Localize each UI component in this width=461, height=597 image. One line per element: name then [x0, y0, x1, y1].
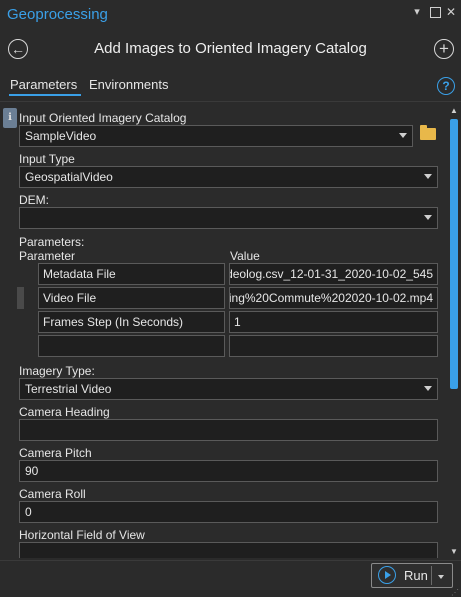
input-type-label: Input Type — [19, 152, 75, 166]
catalog-value: SampleVideo — [25, 129, 97, 143]
resize-grip-icon[interactable]: ⋰ — [451, 588, 459, 597]
hfov-input[interactable] — [19, 542, 438, 558]
parameter-cell: Metadata File — [38, 263, 225, 285]
imagery-type-value: Terrestrial Video — [25, 382, 112, 396]
scrollbar-thumb[interactable] — [450, 119, 458, 389]
value-cell[interactable]: ing%20Commute%202020-10-02.mp4 — [229, 287, 438, 309]
chevron-down-icon — [424, 386, 432, 391]
run-split-divider — [431, 566, 432, 585]
folder-icon[interactable] — [420, 125, 436, 140]
tab-environments[interactable]: Environments — [89, 77, 168, 92]
play-icon — [378, 566, 396, 584]
menu-dropdown-icon[interactable]: ▾ — [411, 6, 423, 18]
close-icon[interactable]: ✕ — [445, 6, 457, 18]
parameter-column-header: Parameter — [19, 249, 76, 263]
catalog-select[interactable]: SampleVideo — [19, 125, 413, 147]
dem-select[interactable] — [19, 207, 438, 229]
tab-active-indicator — [9, 94, 81, 96]
value-cell[interactable] — [229, 335, 438, 357]
parameter-cell: Frames Step (In Seconds) — [38, 311, 225, 333]
chevron-down-icon — [424, 174, 432, 179]
camera-roll-label: Camera Roll — [19, 487, 86, 501]
camera-heading-input[interactable] — [19, 419, 438, 441]
run-label: Run — [404, 568, 428, 583]
catalog-label: Input Oriented Imagery Catalog — [19, 111, 187, 125]
imagery-type-label: Imagery Type: — [19, 364, 95, 378]
maximize-icon[interactable] — [429, 6, 441, 18]
parameter-cell: Video File — [38, 287, 225, 309]
tab-parameters[interactable]: Parameters — [10, 77, 77, 92]
run-options-chevron-icon[interactable] — [438, 575, 444, 579]
camera-heading-label: Camera Heading — [19, 405, 110, 419]
dem-label: DEM: — [19, 193, 49, 207]
add-icon[interactable]: + — [434, 39, 454, 59]
scroll-down-icon[interactable]: ▼ — [450, 548, 458, 556]
parameter-cell[interactable] — [38, 335, 225, 357]
imagery-type-select[interactable]: Terrestrial Video — [19, 378, 438, 400]
input-type-value: GeospatialVideo — [25, 170, 113, 184]
value-column-header: Value — [230, 249, 260, 263]
info-icon[interactable]: ℹ — [3, 108, 17, 128]
row-selector[interactable] — [17, 287, 24, 309]
tab-divider — [0, 101, 461, 102]
scroll-up-icon[interactable]: ▲ — [450, 107, 458, 115]
chevron-down-icon — [399, 133, 407, 138]
camera-pitch-label: Camera Pitch — [19, 446, 92, 460]
window-title: Geoprocessing — [7, 6, 108, 23]
help-icon[interactable]: ? — [437, 77, 455, 95]
input-type-select[interactable]: GeospatialVideo — [19, 166, 438, 188]
tool-title: Add Images to Oriented Imagery Catalog — [94, 40, 367, 57]
hfov-label: Horizontal Field of View — [19, 528, 145, 542]
camera-pitch-input[interactable]: 90 — [19, 460, 438, 482]
value-cell[interactable]: 1 — [229, 311, 438, 333]
chevron-down-icon — [424, 215, 432, 220]
camera-roll-input[interactable]: 0 — [19, 501, 438, 523]
value-cell[interactable]: 545_2020-10-02_12-01-31_videolog.csv — [229, 263, 438, 285]
parameters-label: Parameters: — [19, 235, 85, 249]
